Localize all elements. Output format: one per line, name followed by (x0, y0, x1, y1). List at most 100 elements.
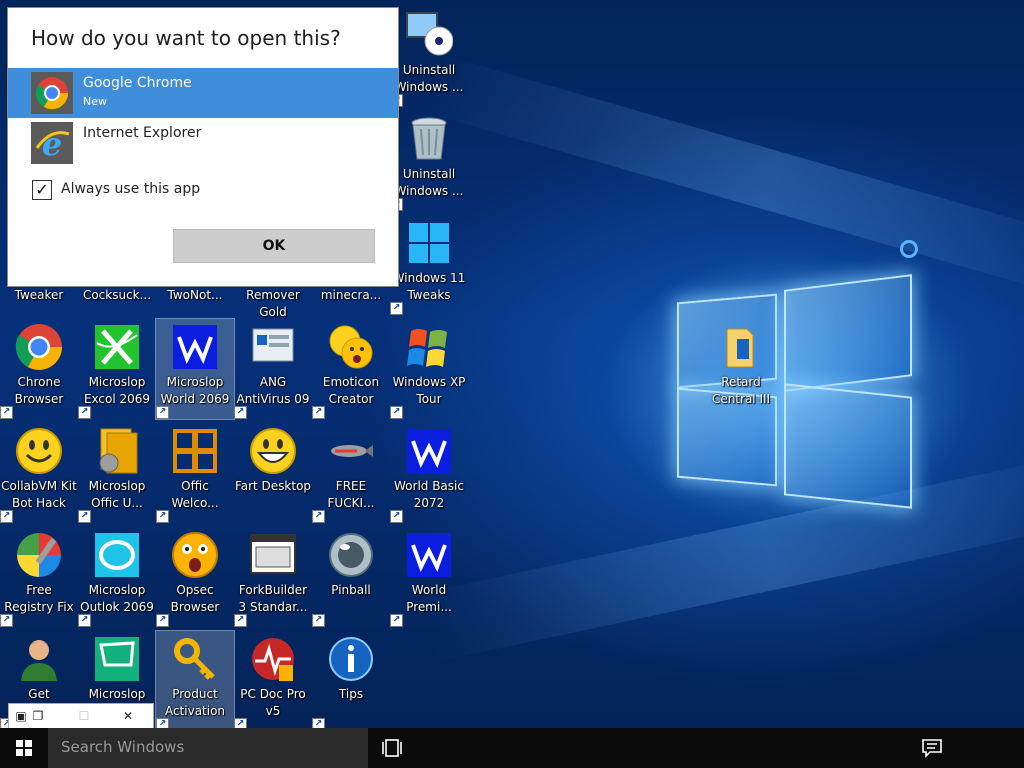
grin-face-icon (250, 428, 296, 474)
registry-fix-icon (17, 533, 61, 577)
task-view-icon[interactable] (380, 737, 404, 759)
app-option-internet-explorer[interactable]: e Internet Explorer (8, 118, 398, 168)
desktop-icon-chrone-browser[interactable]: ↗ Chrone Browser (0, 319, 78, 419)
checkmark-icon[interactable]: ✓ (32, 180, 52, 200)
icon-label: Fart Desktop (234, 479, 312, 493)
desktop-icon-microslop-offic-update[interactable]: ↗ Microslop Offic U... (78, 423, 156, 523)
light-beam (425, 54, 1024, 306)
internet-explorer-icon: e (31, 122, 73, 164)
desktop-icon-product-activation[interactable]: ↗ Product Activation (155, 630, 235, 728)
icon-label: FREE FUCKI... (327, 479, 375, 510)
icon-label: Retard Central III (711, 375, 771, 406)
icon-label: Uninstall Windows ... (394, 167, 464, 198)
taskbar: Search Windows (0, 728, 1024, 768)
icon-label: Remover Gold (246, 288, 300, 319)
search-box[interactable]: Search Windows (48, 728, 368, 768)
office-update-icon (99, 428, 138, 474)
svg-text:e: e (42, 125, 62, 163)
world-icon (407, 533, 451, 577)
icon-label: Uninstall Windows ... (394, 63, 464, 94)
desktop-icon-offic-welcome[interactable]: ↗ Offic Welco... (156, 423, 234, 523)
pc-doc-icon (252, 638, 294, 681)
pinball-icon (329, 533, 373, 577)
app-name: Internet Explorer (83, 125, 202, 141)
icon-label: Microslop Excol 2069 (83, 375, 151, 406)
icon-label: Microslop Outlok 2069 (80, 583, 154, 614)
desktop-icon-pinball[interactable]: ↗ Pinball (312, 527, 390, 627)
icon-label: Offic Welco... (171, 479, 219, 510)
maximize-icon[interactable]: ☐ (75, 707, 93, 725)
icon-label: Microslop Offic U... (88, 479, 146, 510)
window-logo-pane (784, 383, 912, 509)
action-center-icon[interactable] (920, 737, 944, 759)
desktop-icon-emoticon-creator[interactable]: ↗ Emoticon Creator (312, 319, 390, 419)
window-app-icon (250, 534, 296, 574)
trash-can-icon (411, 117, 447, 160)
shortcut-arrow-icon: ↗ (312, 718, 325, 728)
search-placeholder: Search Windows (61, 738, 185, 756)
windows-start-icon[interactable] (0, 728, 48, 768)
antivirus-icon (252, 328, 294, 362)
desktop-icon-free-fucki[interactable]: ↗ FREE FUCKI... (312, 423, 390, 523)
desktop-icon-microslop-world[interactable]: ↗ Microslop World 2069 (155, 318, 235, 420)
folder-icon (726, 328, 754, 368)
cortana-ring-icon (900, 240, 918, 258)
info-icon (329, 637, 373, 681)
icon-label: Get (28, 687, 50, 701)
desktop-icon-world-premium[interactable]: ↗ World Premi... (390, 527, 468, 627)
icon-label: CollabVM Kit Bot Hack (1, 479, 77, 510)
desktop-icon-free-registry-fix[interactable]: ↗ Free Registry Fix (0, 527, 78, 627)
windows-xp-flag-icon (407, 329, 447, 367)
icon-label: Tips (338, 687, 364, 701)
world-icon (407, 429, 451, 473)
world-icon (173, 325, 217, 369)
restore-icon[interactable]: ❐ (29, 707, 47, 725)
desktop-icon-microslop-excol[interactable]: ↗ Microslop Excol 2069 (78, 319, 156, 419)
app-option-google-chrome[interactable]: Google Chrome New (8, 68, 398, 118)
icon-label: Free Registry Fix (4, 583, 74, 614)
icon-label: Microslop (88, 687, 146, 701)
icon-label: TwoNot... (167, 288, 223, 302)
desktop-icon-microslop-outlok[interactable]: ↗ Microslop Outlok 2069 (78, 527, 156, 627)
ok-button[interactable]: OK (173, 229, 375, 263)
desktop-icon-windows-xp-tour[interactable]: ↗ Windows XP Tour (390, 319, 468, 419)
icon-label: Pinball (331, 583, 371, 597)
icon-label: Tweaker (14, 288, 64, 302)
desktop-icon-world-basic[interactable]: ↗ World Basic 2072 (390, 423, 468, 523)
fish-icon (331, 445, 373, 457)
icon-label: World Basic 2072 (394, 479, 464, 510)
desktop-icon-tips[interactable]: ↗ Tips (312, 631, 390, 728)
icon-label: Chrone Browser (14, 375, 64, 406)
desktop-icon-retard-central[interactable]: Retard Central III (702, 319, 780, 419)
desktop-icon-pc-doc-pro[interactable]: ↗ PC Doc Pro v5 (234, 631, 312, 728)
desktop-icon-collabvm-kit[interactable]: ↗ CollabVM Kit Bot Hack (0, 423, 78, 523)
icon-label: Product Activation (164, 687, 226, 718)
window-logo-pane (784, 274, 912, 392)
desktop-icon-ang-antivirus[interactable]: ↗ ANG AntiVirus 09 (234, 319, 312, 419)
windows-logo-icon (409, 223, 449, 263)
desktop: Tweaker ↗ Chrone Browser ↗ CollabVM Kit … (0, 0, 1024, 728)
icon-label: Opsec Browser (170, 583, 220, 614)
desktop-icon-windows-11-tweaks[interactable]: ↗ Windows 11 Tweaks (390, 215, 468, 315)
icon-label: Emoticon Creator (322, 375, 380, 406)
icon-label: PC Doc Pro v5 (240, 687, 306, 718)
minimized-window-strip[interactable]: ▣ ❐ ☐ ✕ (8, 703, 154, 728)
icon-label: Cocksuck... (82, 288, 152, 302)
app-small-icon: ▣ (15, 709, 27, 723)
desktop-icon-fart-desktop[interactable]: Fart Desktop (234, 423, 312, 523)
close-icon[interactable]: ✕ (119, 707, 137, 725)
shortcut-arrow-icon: ↗ (312, 614, 325, 627)
desktop-icon-uninstall-windows-1[interactable]: ↗ Uninstall Windows ... (390, 7, 468, 107)
icon-label: World Premi... (406, 583, 452, 614)
emoticon-icon (329, 325, 373, 369)
smiley-icon (16, 428, 62, 474)
chrome-icon (15, 324, 62, 370)
desktop-icon-uninstall-windows-2[interactable]: ↗ Uninstall Windows ... (390, 111, 468, 211)
open-with-dialog: How do you want to open this? Google Chr… (7, 7, 399, 287)
key-icon (174, 638, 215, 680)
desktop-icon-forkbuilder[interactable]: ↗ ForkBuilder 3 Standar... (234, 527, 312, 627)
desktop-icon-opsec-browser[interactable]: ↗ Opsec Browser (156, 527, 234, 627)
icon-label: minecra... (320, 288, 382, 302)
checkbox-label: Always use this app (61, 181, 201, 197)
app-name: Google Chrome (83, 75, 192, 91)
